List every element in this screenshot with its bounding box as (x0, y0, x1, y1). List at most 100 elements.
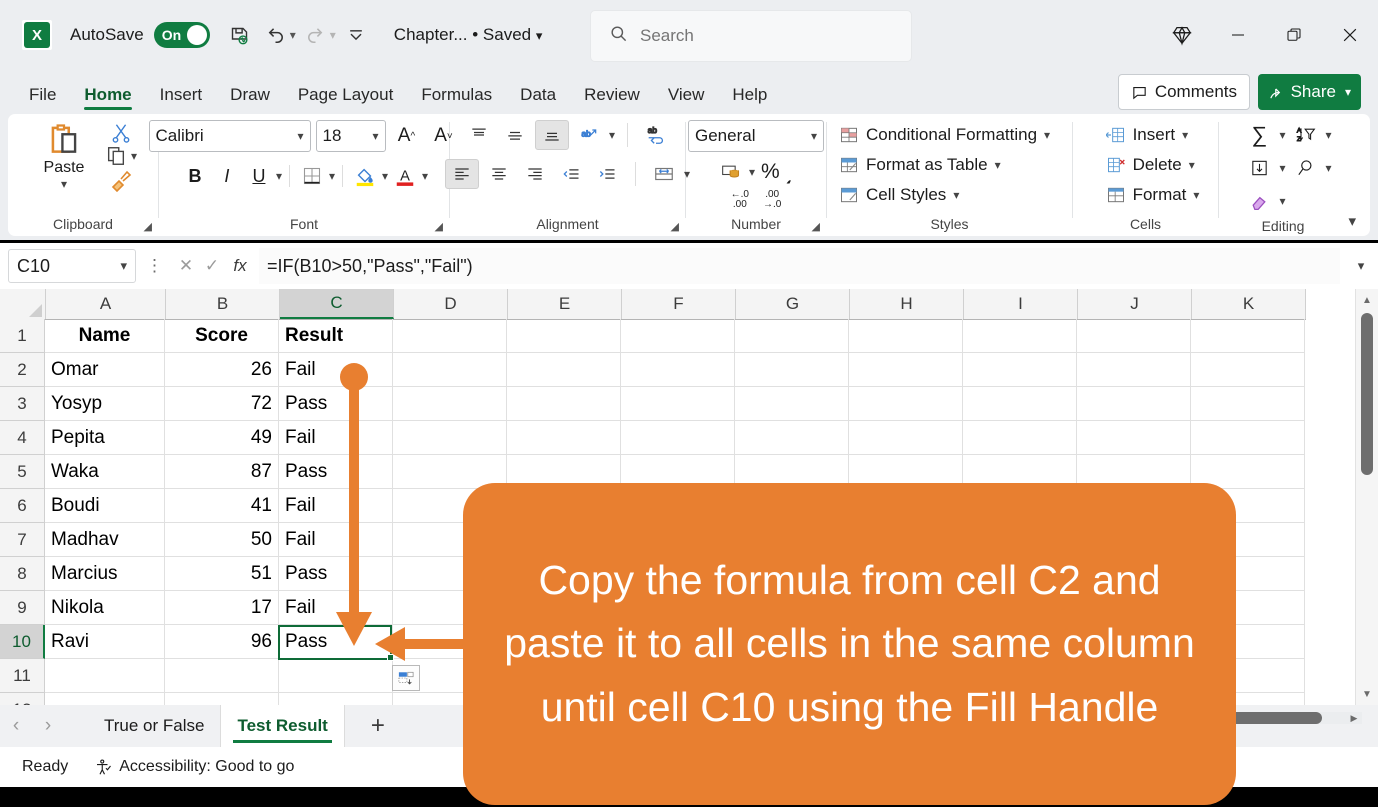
scroll-up-icon[interactable]: ▲ (1356, 289, 1378, 311)
fill-dropdown-icon[interactable]: ▾ (1279, 161, 1285, 175)
undo-icon[interactable] (260, 19, 292, 51)
row-header-11[interactable]: 11 (0, 659, 45, 693)
cell-J2[interactable] (1077, 353, 1191, 387)
align-top-button[interactable] (463, 121, 495, 149)
tab-formulas[interactable]: Formulas (410, 85, 503, 112)
tab-review[interactable]: Review (573, 85, 651, 112)
table-row[interactable]: Yosyp 72 Pass (45, 387, 1305, 421)
formula-bar-options-icon[interactable]: ⋮ (146, 256, 163, 276)
italic-button[interactable]: I (212, 161, 242, 191)
decrease-decimal-button[interactable]: .00 →.0 (763, 190, 781, 210)
chevron-down-icon[interactable]: ▾ (1182, 128, 1188, 142)
underline-dropdown-icon[interactable]: ▾ (276, 169, 282, 183)
chevron-down-icon[interactable]: ▾ (953, 188, 959, 202)
tab-insert[interactable]: Insert (149, 85, 214, 112)
column-header-f[interactable]: F (622, 289, 736, 319)
column-header-g[interactable]: G (736, 289, 850, 319)
cell-I4[interactable] (963, 421, 1077, 455)
tab-draw[interactable]: Draw (219, 85, 281, 112)
cell-I1[interactable] (963, 319, 1077, 353)
column-header-i[interactable]: I (964, 289, 1078, 319)
font-color-icon[interactable]: A (390, 161, 420, 191)
cell-I3[interactable] (963, 387, 1077, 421)
column-header-b[interactable]: B (166, 289, 280, 319)
borders-dropdown-icon[interactable]: ▾ (329, 169, 335, 183)
add-sheet-button[interactable]: + (345, 705, 411, 747)
wrap-text-icon[interactable]: ab (640, 121, 672, 149)
redo-dropdown-icon[interactable]: ▾ (330, 28, 336, 42)
cell-A3[interactable]: Yosyp (45, 387, 165, 421)
cell-G3[interactable] (735, 387, 849, 421)
row-header-1[interactable]: 1 (0, 319, 45, 353)
cell-K1[interactable] (1191, 319, 1305, 353)
chevron-down-icon[interactable]: ▾ (372, 129, 378, 143)
cell-H3[interactable] (849, 387, 963, 421)
borders-icon[interactable] (297, 161, 327, 191)
font-name-input[interactable]: Calibri ▾ (148, 120, 311, 152)
sheet-tab-true-or-false[interactable]: True or False (88, 705, 222, 747)
cut-icon[interactable] (110, 122, 132, 144)
chevron-down-icon[interactable]: ▾ (1193, 188, 1199, 202)
column-header-e[interactable]: E (508, 289, 622, 319)
tab-file[interactable]: File (18, 85, 67, 112)
cell-E1[interactable] (507, 319, 621, 353)
accounting-dropdown-icon[interactable]: ▾ (749, 165, 755, 179)
undo-dropdown-icon[interactable]: ▾ (290, 28, 296, 42)
column-header-d[interactable]: D (394, 289, 508, 319)
cell-H1[interactable] (849, 319, 963, 353)
row-header-12[interactable]: 12 (0, 693, 45, 705)
cell-A5[interactable]: Waka (45, 455, 165, 489)
find-select-icon[interactable] (1291, 158, 1321, 178)
number-format-select[interactable]: General ▾ (688, 120, 824, 152)
tab-home[interactable]: Home (73, 85, 142, 112)
confirm-edit-icon[interactable]: ✓ (199, 256, 225, 276)
cell-B1[interactable]: Score (165, 319, 279, 353)
diamond-icon[interactable] (1154, 0, 1210, 70)
table-row[interactable]: Omar 26 Fail (45, 353, 1305, 387)
number-dialog-launcher[interactable]: ◢ (812, 220, 820, 233)
cell-F2[interactable] (621, 353, 735, 387)
comments-button[interactable]: Comments (1117, 74, 1250, 110)
row-header-8[interactable]: 8 (0, 557, 45, 591)
delete-cells-button[interactable]: Delete ▾ (1106, 150, 1195, 180)
column-header-c[interactable]: C (280, 289, 394, 319)
row-header-5[interactable]: 5 (0, 455, 45, 489)
column-header-a[interactable]: A (46, 289, 166, 319)
row-header-7[interactable]: 7 (0, 523, 45, 557)
cell-B7[interactable]: 50 (165, 523, 279, 557)
cell-A7[interactable]: Madhav (45, 523, 165, 557)
align-right-button[interactable] (519, 160, 551, 188)
minimize-icon[interactable] (1210, 0, 1266, 70)
cell-B9[interactable]: 17 (165, 591, 279, 625)
cell-J3[interactable] (1077, 387, 1191, 421)
sheet-tab-test-result[interactable]: Test Result (221, 705, 345, 747)
merge-center-icon[interactable] (648, 160, 680, 188)
cancel-edit-icon[interactable]: ✕ (173, 256, 199, 276)
cell-B4[interactable]: 49 (165, 421, 279, 455)
cell-B11[interactable] (165, 659, 279, 693)
cell-F1[interactable] (621, 319, 735, 353)
cell-A8[interactable]: Marcius (45, 557, 165, 591)
scroll-down-icon[interactable]: ▼ (1356, 683, 1378, 705)
cell-K2[interactable] (1191, 353, 1305, 387)
chevron-down-icon[interactable]: ▾ (1189, 158, 1195, 172)
cell-H4[interactable] (849, 421, 963, 455)
cell-F4[interactable] (621, 421, 735, 455)
autosum-dropdown-icon[interactable]: ▾ (1279, 128, 1285, 142)
cell-C11[interactable] (279, 659, 393, 693)
find-select-dropdown-icon[interactable]: ▾ (1326, 161, 1332, 175)
cell-K3[interactable] (1191, 387, 1305, 421)
cell-A12[interactable] (45, 693, 165, 705)
row-header-4[interactable]: 4 (0, 421, 45, 455)
cell-C5[interactable]: Pass (279, 455, 393, 489)
sort-filter-dropdown-icon[interactable]: ▾ (1326, 128, 1332, 142)
chevron-down-icon[interactable]: ▾ (811, 129, 817, 143)
cell-B6[interactable]: 41 (165, 489, 279, 523)
cell-C7[interactable]: Fail (279, 523, 393, 557)
cell-styles-button[interactable]: Cell Styles ▾ (839, 180, 959, 210)
bold-button[interactable]: B (180, 161, 210, 191)
cell-F3[interactable] (621, 387, 735, 421)
decrease-indent-button[interactable] (555, 160, 587, 188)
font-size-input[interactable]: 18 ▾ (315, 120, 386, 152)
cell-C2[interactable]: Fail (279, 353, 393, 387)
